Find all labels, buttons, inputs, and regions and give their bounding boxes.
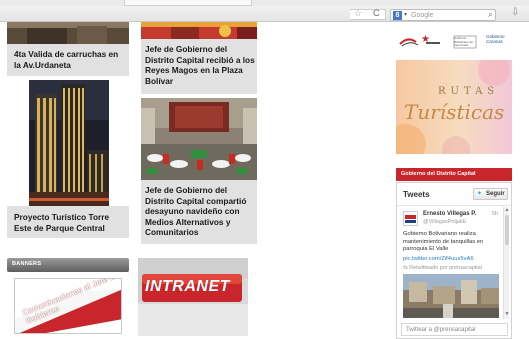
search-icon[interactable]: ⌕ <box>488 9 493 20</box>
news-title[interactable]: Proyecto Turístico Torre Este de Parque … <box>14 212 126 233</box>
banners-section-header: BANNERS <box>7 258 129 272</box>
tweets-title: Tweets <box>403 190 430 199</box>
tweet-photo[interactable] <box>403 274 499 318</box>
news-title[interactable]: 4ta Valida de carruchas en la Av.Urdanet… <box>14 49 126 70</box>
intranet-banner[interactable]: INTRANET <box>138 258 248 336</box>
rutas-turisticas-banner[interactable]: RUTAS Turísticas <box>396 60 512 154</box>
intranet-text: INTRANET <box>145 278 230 295</box>
download-arrow-icon[interactable]: ⇩ <box>511 7 519 18</box>
tweet-body: Gobierno Bolivariano realiza mantenimien… <box>403 231 484 252</box>
search-engine-icon[interactable]: 8 <box>393 11 402 20</box>
browser-tab[interactable] <box>124 0 252 6</box>
news-title[interactable]: Jefe de Gobierno del Distrito Capital re… <box>145 44 255 86</box>
follow-label: Seguir <box>486 191 505 197</box>
gobierno-section-header: Gobierno del Distrito Capital <box>396 168 512 181</box>
news-title[interactable]: Jefe de Gobierno del Distrito Capital co… <box>145 185 255 238</box>
logo-gobierno-bolivariano[interactable]: Gobierno Bolivariano de Venezuela <box>454 37 478 47</box>
government-logos: ★ Gobierno Bolivariano de Venezuela Gobi… <box>396 30 512 52</box>
scroll-thumb[interactable] <box>505 215 509 245</box>
browser-toolbar: ☆ C 8 ▾ Google ⌕ ⇩ <box>0 0 529 22</box>
news-card[interactable]: Proyecto Turístico Torre Este de Parque … <box>7 206 129 238</box>
avatar[interactable] <box>403 211 418 226</box>
retweet-label: Retwitteado por prensacapital <box>409 265 482 271</box>
rutas-top-text: RUTAS <box>438 86 500 97</box>
tweet-compose-placeholder: Twittear a @prensacapital <box>406 327 476 333</box>
comunicaciones-banner[interactable]: Comunicaciones al Jefe de Gobierno <box>14 278 122 334</box>
news-card[interactable]: Jefe de Gobierno del Distrito Capital co… <box>141 180 257 244</box>
search-input[interactable]: 8 ▾ Google ⌕ <box>390 9 496 21</box>
retweet-info: ⇆ Retwitteado por prensacapital <box>403 265 482 271</box>
gobierno-label: Gobierno del Distrito Capital <box>401 171 476 177</box>
tweet-author[interactable]: Ernesto Villegas P. <box>423 211 476 217</box>
scroll-up-arrow-icon[interactable]: ▲ <box>504 207 510 213</box>
news-image-carruchas[interactable] <box>7 22 129 44</box>
chevron-down-icon[interactable]: ▾ <box>404 10 407 21</box>
scroll-down-arrow-icon[interactable]: ▼ <box>504 311 510 317</box>
tweet-time[interactable]: 5h <box>492 211 498 217</box>
news-card[interactable]: 4ta Valida de carruchas en la Av.Urdanet… <box>7 44 129 76</box>
banners-label: BANNERS <box>12 261 42 267</box>
tweet-link[interactable]: pic.twitter.com/Zif4uux5vA6 <box>403 256 474 262</box>
twitter-bird-icon: ✦ <box>477 191 483 197</box>
tweets-widget: Tweets ✦ Seguir Ernesto Villegas P. @Vil… <box>396 182 512 339</box>
tweet-compose-input[interactable]: Twittear a @prensacapital <box>401 323 508 336</box>
news-image-desayuno[interactable] <box>141 98 257 180</box>
star-icon: ★ <box>421 34 430 45</box>
page-content: 4ta Valida de carruchas en la Av.Urdanet… <box>0 22 529 339</box>
tweets-scrollbar[interactable]: ▲ ▼ <box>503 207 509 319</box>
news-card[interactable]: Jefe de Gobierno del Distrito Capital re… <box>141 39 257 94</box>
bookmark-star-icon[interactable]: ☆ <box>354 8 362 19</box>
tab-strip <box>0 0 529 6</box>
news-image-reyes-magos[interactable] <box>141 22 257 39</box>
rutas-bottom-text: Turísticas <box>404 100 505 124</box>
divider <box>397 205 511 206</box>
logo-gobierno-caracas[interactable]: Gobierno Caracas <box>486 34 508 44</box>
follow-button[interactable]: ✦ Seguir <box>473 188 508 200</box>
tweet-handle[interactable]: @VillegasPoljakE <box>423 219 466 225</box>
refresh-icon[interactable]: C <box>373 8 380 18</box>
search-placeholder: Google <box>411 12 434 19</box>
news-image-torre-este[interactable] <box>29 80 109 206</box>
